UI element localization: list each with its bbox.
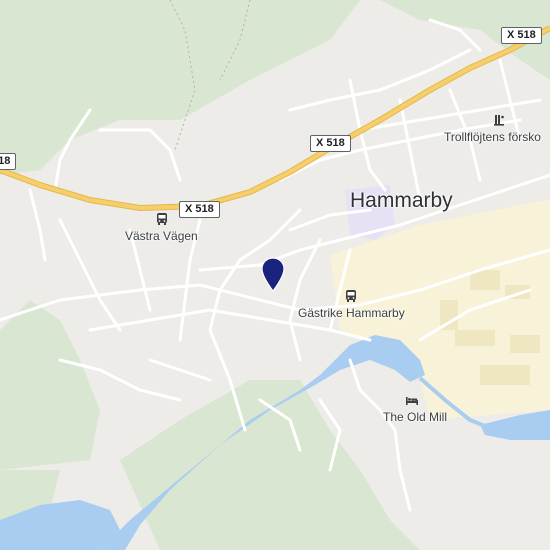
highway-shield: X 518 bbox=[179, 201, 220, 218]
place-label[interactable]: Hammarby bbox=[350, 189, 453, 213]
school-icon[interactable] bbox=[492, 113, 506, 127]
poi-label-trollflojtens[interactable]: Trollflöjtens försko bbox=[444, 130, 541, 144]
map-view[interactable]: X 518 X 518 X 518 518 Hammarby Västra Vä… bbox=[0, 0, 550, 550]
poi-label-gastrike-hammarby[interactable]: Gästrike Hammarby bbox=[298, 306, 405, 320]
location-pin-icon[interactable] bbox=[260, 257, 286, 293]
poi-label-vastra-vagen[interactable]: Västra Vägen bbox=[125, 229, 198, 243]
highway-shield: X 518 bbox=[310, 135, 351, 152]
highway-shield: 518 bbox=[0, 153, 17, 170]
bus-stop-icon[interactable] bbox=[155, 212, 169, 226]
bus-stop-icon[interactable] bbox=[344, 289, 358, 303]
lodging-icon[interactable] bbox=[405, 393, 419, 407]
poi-label-old-mill[interactable]: The Old Mill bbox=[383, 410, 447, 424]
highway-shield: X 518 bbox=[501, 27, 542, 44]
